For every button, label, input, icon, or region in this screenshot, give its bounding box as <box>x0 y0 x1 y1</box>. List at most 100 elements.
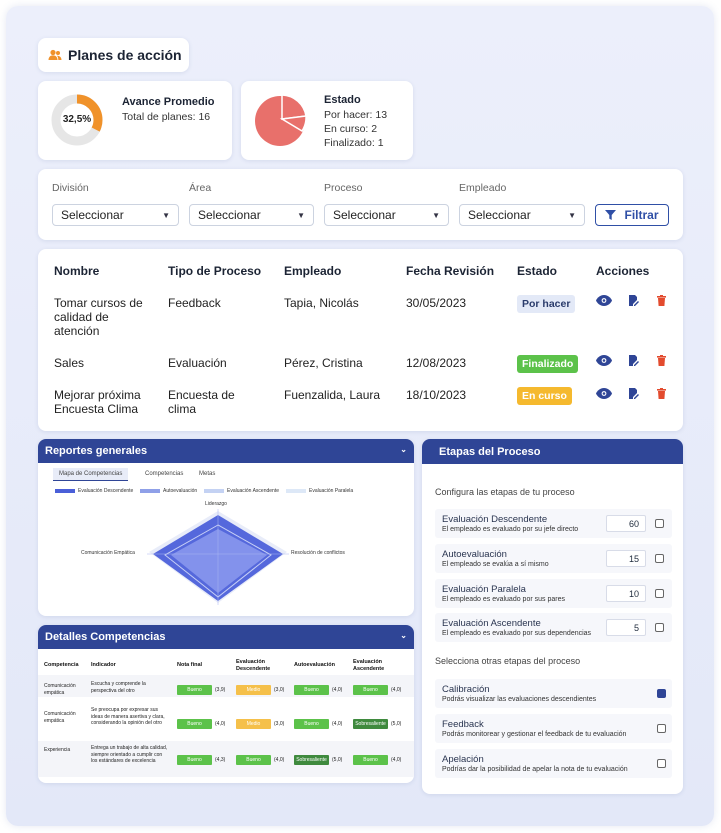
reportes-header[interactable]: Reportes generales ⌄ <box>38 439 414 463</box>
division-select[interactable]: Seleccionar ▼ <box>52 204 179 226</box>
extra-name: Apelación <box>442 754 484 765</box>
weight-input[interactable]: 5 <box>606 619 646 636</box>
row3-empleado: Fuenzalida, Laura <box>284 388 381 402</box>
edit-icon <box>629 295 639 306</box>
score-value: (4,3) <box>215 757 226 763</box>
row3-competencia: Experiencia <box>44 747 71 753</box>
extra-name: Calibración <box>442 684 490 695</box>
filter-button-label: Filtrar <box>624 208 659 222</box>
row1-competencia: Comunicación empática <box>44 683 76 696</box>
calibracion-checkbox[interactable] <box>657 689 666 698</box>
area-select[interactable]: Seleccionar ▼ <box>189 204 314 226</box>
estado-pie-chart <box>255 95 306 146</box>
chevron-down-icon: ▼ <box>568 210 576 220</box>
edit-button[interactable] <box>628 388 639 403</box>
etapas-panel: Etapas del Proceso Configura las etapas … <box>422 439 683 794</box>
col-indicador: Indicador <box>91 662 116 668</box>
division-select-value: Seleccionar <box>61 208 124 222</box>
row2-competencia: Comunicación empática <box>44 711 76 724</box>
row3-nombre: Mejorar próxima Encuesta Clima <box>54 388 141 416</box>
view-button[interactable] <box>596 388 612 402</box>
edit-icon <box>629 355 639 366</box>
edit-button[interactable] <box>628 355 639 370</box>
filter-icon <box>605 210 617 220</box>
header-tipo: Tipo de Proceso <box>168 264 262 278</box>
score-value: (3,9) <box>215 687 226 693</box>
status-badge: Finalizado <box>517 355 579 373</box>
header-estado: Estado <box>517 264 558 278</box>
tab-metas[interactable]: Metas <box>199 471 215 477</box>
delete-button[interactable] <box>657 295 666 309</box>
proceso-select[interactable]: Seleccionar ▼ <box>324 204 449 226</box>
score-value: (4,0) <box>391 757 402 763</box>
row1-nombre: Tomar cursos de calidad de atención <box>54 296 143 338</box>
extra-name: Feedback <box>442 719 484 730</box>
col-autoeval: Autoevaluación <box>294 662 335 668</box>
trash-icon <box>657 388 666 399</box>
page-title: Planes de acción <box>68 47 182 63</box>
configura-label: Configura las etapas de tu proceso <box>435 487 575 497</box>
edit-icon <box>629 388 639 399</box>
legend-swatch <box>204 489 224 493</box>
legend-label: Autoevaluación <box>163 488 198 494</box>
view-button[interactable] <box>596 355 612 369</box>
legend-item: Evaluación Ascendente <box>204 488 279 494</box>
score-value: (5,0) <box>391 721 402 727</box>
etapa-desc: El empleado es evaluado por sus dependen… <box>442 630 592 637</box>
tab-competencias[interactable]: Competencias <box>145 471 183 477</box>
score-value: (5,0) <box>332 757 343 763</box>
score-pill: Bueno <box>294 685 329 695</box>
score-pill: Bueno <box>177 719 212 729</box>
legend-swatch <box>140 489 160 493</box>
row3-tipo: Encuesta de clima <box>168 388 235 416</box>
edit-button[interactable] <box>628 295 639 310</box>
score-pill: Bueno <box>177 755 212 765</box>
chevron-down-icon: ▼ <box>297 210 305 220</box>
kpi-finalizado: Finalizado: 1 <box>324 137 384 149</box>
tab-mapa[interactable]: Mapa de Competencias <box>53 468 129 481</box>
score-value: (3,0) <box>274 721 285 727</box>
extra-desc: Podrás monitorear y gestionar el feedbac… <box>442 731 627 738</box>
row3-indicador: Entrega un trabajo de alta calidad, siem… <box>91 745 168 764</box>
col-eval-asc: Evaluación Ascendente <box>353 659 385 672</box>
delete-button[interactable] <box>657 388 666 402</box>
empleado-select[interactable]: Seleccionar ▼ <box>459 204 585 226</box>
area-label: Área <box>189 182 212 194</box>
apelacion-checkbox[interactable] <box>657 759 666 768</box>
row2-indicador: Se preocupa por expresar sus ideas de ma… <box>91 707 165 726</box>
plans-table: Nombre Tipo de Proceso Empleado Fecha Re… <box>38 249 683 431</box>
score-pill: Bueno <box>177 685 212 695</box>
delete-button[interactable] <box>657 355 666 369</box>
score-value: (4,0) <box>215 721 226 727</box>
feedback-checkbox[interactable] <box>657 724 666 733</box>
detalles-header[interactable]: Detalles Competencias ⌄ <box>38 625 414 649</box>
etapa-checkbox[interactable] <box>655 589 664 598</box>
view-button[interactable] <box>596 295 612 309</box>
kpi-en-curso: En curso: 2 <box>324 123 378 135</box>
legend-swatch <box>286 489 306 493</box>
etapa-checkbox[interactable] <box>655 519 664 528</box>
filter-button[interactable]: Filtrar <box>595 204 669 226</box>
page-title-card: Planes de acción <box>38 38 189 72</box>
score-pill: Bueno <box>353 755 388 765</box>
weight-input[interactable]: 10 <box>606 585 646 602</box>
legend-label: Evaluación Ascendente <box>227 488 279 494</box>
etapa-checkbox[interactable] <box>655 554 664 563</box>
score-value: (4,0) <box>332 687 343 693</box>
weight-input[interactable]: 15 <box>606 550 646 567</box>
extra-row: Feedback Podrás monitorear y gestionar e… <box>435 714 672 743</box>
row2-empleado: Pérez, Cristina <box>284 356 363 370</box>
legend-item: Evaluación Paralela <box>286 488 353 494</box>
extra-desc: Podrás visualizar las evaluaciones desce… <box>442 696 597 703</box>
axis-label-resolucion: Resolución de conflictos <box>291 550 345 556</box>
weight-input[interactable]: 60 <box>606 515 646 532</box>
extra-desc: Podrías dar la posibilidad de apelar la … <box>442 766 628 773</box>
etapa-name: Evaluación Ascendente <box>442 618 541 629</box>
score-value: (4,0) <box>274 757 285 763</box>
etapa-checkbox[interactable] <box>655 623 664 632</box>
row2-nombre: Sales <box>54 356 85 370</box>
proceso-label: Proceso <box>324 182 363 194</box>
legend-item: Autoevaluación <box>140 488 197 494</box>
score-value: (3,0) <box>274 687 285 693</box>
etapa-row: Evaluación Descendente El empleado es ev… <box>435 509 672 538</box>
